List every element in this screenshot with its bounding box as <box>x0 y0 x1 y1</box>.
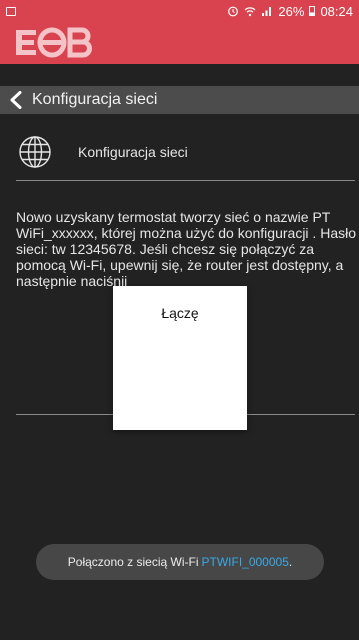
chevron-left-icon[interactable] <box>8 91 24 109</box>
globe-icon <box>19 136 51 168</box>
description-text: Nowo uzyskany termostat tworzy sieć o na… <box>16 209 356 289</box>
toast-suffix: . <box>288 555 293 569</box>
toast-ssid: PTWIFI_000005 <box>201 555 289 569</box>
toast-message: Połączono z siecią Wi-Fi PTWIFI_000005 . <box>36 544 324 580</box>
battery-icon <box>309 6 316 16</box>
status-bar: 26% 08:24 <box>0 0 359 22</box>
app-header <box>0 22 359 64</box>
app-logo <box>16 27 92 58</box>
status-icons: 26% 08:24 <box>227 4 353 19</box>
alarm-icon <box>228 6 239 17</box>
divider <box>16 180 355 181</box>
screenshot-notification-icon <box>6 6 16 16</box>
toast-text: Połączono z siecią Wi-Fi <box>67 555 199 569</box>
clock: 08:24 <box>320 3 353 19</box>
section-title: Konfiguracja sieci <box>78 144 188 160</box>
progress-dialog: Łączę <box>113 286 247 430</box>
section-header: Konfiguracja sieci <box>16 126 355 178</box>
dialog-message: Łączę <box>161 305 199 321</box>
title-bar: Konfiguracja sieci <box>0 86 359 114</box>
signal-icon <box>262 7 272 16</box>
wifi-icon <box>244 7 256 17</box>
page-title: Konfiguracja sieci <box>32 91 158 108</box>
battery-percentage: 26% <box>278 3 305 19</box>
